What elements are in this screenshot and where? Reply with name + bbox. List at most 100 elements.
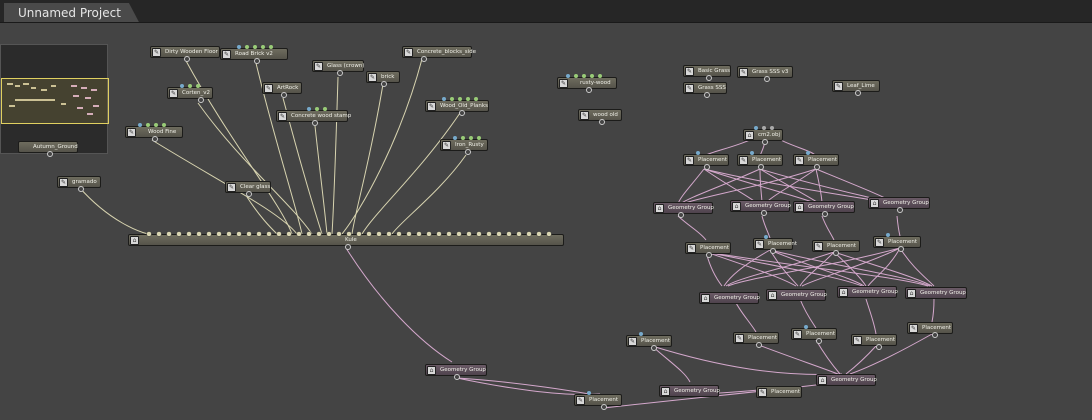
node-clear-glass[interactable]: ✎ Clear glass — [225, 181, 271, 197]
node-grass-sss-v3[interactable]: ✎ Grass SSS v3 — [737, 66, 793, 82]
node-iron-rusty[interactable]: ✎ Iron_Rusty — [440, 136, 488, 155]
node-corten[interactable]: ✎ Corten_v2 — [167, 84, 213, 103]
output-port[interactable] — [337, 70, 343, 76]
node-placement[interactable]: ✎ Placement — [733, 332, 779, 348]
node-geometry-group[interactable]: ⌂ Geometry Group — [653, 202, 714, 218]
node-concrete-blocks-side[interactable]: ✎ Concrete_blocks_side — [402, 46, 476, 62]
output-port[interactable] — [706, 252, 712, 258]
node-grass-sss[interactable]: ✎ Grass SSS — [683, 82, 727, 98]
input-port[interactable] — [770, 126, 774, 130]
output-port[interactable] — [762, 139, 768, 145]
output-port[interactable] — [312, 120, 318, 126]
input-port[interactable] — [762, 126, 766, 130]
output-port[interactable] — [198, 97, 204, 103]
input-port[interactable] — [261, 45, 265, 49]
input-port[interactable] — [453, 136, 457, 140]
node-concrete-wood-stamp[interactable]: ✎ Concrete wood stamp — [276, 107, 351, 126]
input-port[interactable] — [323, 107, 327, 111]
minimap[interactable] — [0, 44, 109, 154]
input-port[interactable] — [696, 151, 700, 155]
node-autumn-ground[interactable]: Autumn_Ground — [18, 141, 78, 157]
node-leaf-lime[interactable]: ✎ Leaf_Lime — [832, 80, 880, 96]
input-port[interactable] — [138, 123, 142, 127]
output-port[interactable] — [381, 81, 387, 87]
minimap-viewport[interactable] — [1, 78, 109, 124]
output-port[interactable] — [254, 58, 260, 64]
input-port[interactable] — [245, 45, 249, 49]
output-port[interactable] — [833, 250, 839, 256]
input-port[interactable] — [315, 107, 319, 111]
output-port[interactable] — [876, 344, 882, 350]
output-port[interactable] — [897, 207, 903, 213]
node-wood-fine[interactable]: ✎ Wood Fine — [125, 123, 183, 142]
node-basic-grass[interactable]: ✎ Basic Grass — [683, 65, 731, 81]
node-placement[interactable]: ✎ Placement — [873, 233, 921, 252]
output-port[interactable] — [770, 248, 776, 254]
input-port[interactable] — [754, 126, 758, 130]
input-port[interactable] — [307, 107, 311, 111]
output-port[interactable] — [459, 110, 465, 116]
node-geometry-group[interactable]: ⌂ Geometry Group — [766, 289, 827, 301]
output-port[interactable] — [764, 76, 770, 82]
node-artrock[interactable]: ✎ ArtRock — [262, 82, 302, 98]
node-wood-old[interactable]: ✎ wood old — [578, 109, 622, 125]
output-port[interactable] — [814, 164, 820, 170]
node-placement[interactable]: ✎ Placement — [793, 151, 839, 170]
input-port[interactable] — [806, 151, 810, 155]
output-port[interactable] — [758, 164, 764, 170]
node-placement[interactable]: ✎ Placement — [683, 151, 729, 170]
node-placement[interactable]: ✎ Placement — [812, 240, 860, 256]
output-port[interactable] — [704, 164, 710, 170]
node-geometry-group[interactable]: ⌂ Geometry Group — [659, 385, 720, 397]
output-port[interactable] — [651, 345, 657, 351]
input-port[interactable] — [442, 97, 446, 101]
node-graph-canvas[interactable]: ✎ Dirty Wooden Floor ✎ Road Brick v2 ✎ Glas… — [0, 22, 1092, 420]
input-port[interactable] — [146, 123, 150, 127]
node-road-brick[interactable]: ✎ Road Brick v2 — [220, 45, 288, 64]
output-port[interactable] — [898, 246, 904, 252]
input-port[interactable] — [750, 151, 754, 155]
kule-input-ports[interactable] — [129, 230, 565, 238]
input-port[interactable] — [886, 233, 890, 237]
output-port[interactable] — [281, 92, 287, 98]
input-port[interactable] — [461, 136, 465, 140]
node-geometry-group[interactable]: ⌂ Geometry Group — [730, 200, 791, 216]
node-geometry-group[interactable]: ⌂ Geometry Group — [425, 364, 487, 380]
output-port[interactable] — [47, 151, 53, 157]
input-port[interactable] — [477, 136, 481, 140]
node-placement[interactable]: ✎ Placement — [737, 151, 783, 170]
node-placement[interactable]: ✎ Placement — [753, 235, 797, 254]
node-cm2-obj[interactable]: ⌂ cm2.obj — [743, 126, 783, 145]
input-port[interactable] — [582, 74, 586, 78]
output-port[interactable] — [246, 191, 252, 197]
output-port[interactable] — [152, 136, 158, 142]
input-port[interactable] — [566, 74, 570, 78]
input-port[interactable] — [458, 97, 462, 101]
input-port[interactable] — [764, 235, 768, 239]
node-geometry-group[interactable]: ⌂ Geometry Group — [793, 201, 855, 217]
node-rusty-wood[interactable]: ✎ rusty-wood — [557, 74, 617, 93]
output-port[interactable] — [345, 244, 351, 250]
input-port[interactable] — [188, 84, 192, 88]
output-port[interactable] — [678, 212, 684, 218]
node-gramado[interactable]: ✎ gramado — [57, 176, 101, 192]
output-port[interactable] — [704, 92, 710, 98]
node-placement[interactable]: ✎ Placement — [626, 332, 672, 351]
node-geometry-group[interactable]: ⌂ Geometry Group — [868, 197, 930, 213]
node-kule[interactable]: ⌂ Kule — [128, 231, 564, 250]
node-placement[interactable]: ✎ Placement — [756, 386, 802, 398]
output-port[interactable] — [816, 338, 822, 344]
input-port[interactable] — [180, 84, 184, 88]
input-port[interactable] — [469, 136, 473, 140]
input-port[interactable] — [450, 97, 454, 101]
output-port[interactable] — [465, 149, 471, 155]
input-port[interactable] — [253, 45, 257, 49]
input-port[interactable] — [574, 74, 578, 78]
output-port[interactable] — [761, 210, 767, 216]
input-port[interactable] — [804, 325, 808, 329]
output-port[interactable] — [822, 211, 828, 217]
input-port[interactable] — [466, 97, 470, 101]
output-port[interactable] — [421, 56, 427, 62]
input-port[interactable] — [590, 74, 594, 78]
node-geometry-group[interactable]: ⌂ Geometry Group — [699, 292, 760, 304]
